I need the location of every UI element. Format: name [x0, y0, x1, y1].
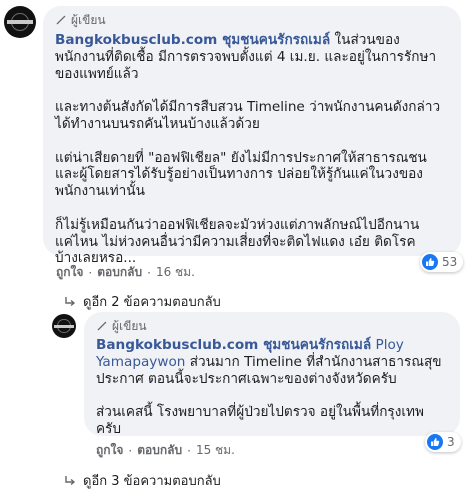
pen-icon	[56, 15, 66, 25]
author-name-link[interactable]: Bangkokbusclub.com ชุมชนคนรักรถเมล์	[55, 32, 330, 48]
avatar[interactable]	[4, 6, 36, 38]
comment-text: แค่ไหน ไม่ห่วงคนอื่นว่ามีความเสี่ยงที่จะ…	[55, 233, 416, 250]
comment-text: พนักงานที่ติดเชื้อ มีการตรวจพบตั้งแต่ 4 …	[55, 48, 437, 65]
comment-actions: ถูกใจ · ตอบกลับ · 15 ชม.	[96, 441, 235, 460]
comment-text: ส่วนมาก Timeline ที่สำนักงานสาธารณสุข	[185, 353, 442, 370]
comment-bubble: ผู้เขียน Bangkokbusclub.com ชุมชนคนรักรถ…	[43, 6, 461, 266]
comment-text: ประกาศ ตอนนี้จะประกาศเฉพาะของต่างจังหวัด…	[96, 370, 397, 387]
comment-text: ก็ไม่รู้เหมือนกันว่าออฟฟิเชียลจะมัวห่วงแ…	[55, 216, 420, 233]
reaction-count[interactable]: 53	[420, 252, 464, 272]
comment-text: ในส่วนของ	[330, 32, 400, 48]
comment-text: แต่น่าเสียดายที่ "ออฟฟิเชียล" ยังไม่มีกา…	[55, 149, 427, 166]
comment-text: และทางต้นสังกัดได้มีการสืบสวน Timeline ว…	[55, 99, 441, 116]
comment-text: ของแพทย์แล้ว	[55, 65, 139, 82]
comment-text: ครับ	[96, 420, 122, 437]
avatar[interactable]	[52, 314, 76, 338]
comment-text: และผู้โดยสารได้รับรู้อย่างเป็นทางการ ปล่…	[55, 166, 423, 183]
author-name-link[interactable]: Bangkokbusclub.com ชุมชนคนรักรถเมล์	[96, 337, 371, 353]
view-more-replies-link[interactable]: ดูอีก 2 ข้อความตอบกลับ	[63, 291, 221, 312]
reply-arrow-icon	[65, 296, 76, 306]
mention-link[interactable]: Ploy	[376, 337, 404, 353]
timestamp[interactable]: 16 ชม.	[156, 263, 195, 282]
author-badge: ผู้เขียน	[96, 318, 448, 334]
reply-arrow-icon	[65, 475, 76, 485]
reply-link[interactable]: ตอบกลับ	[97, 263, 142, 282]
reply-bubble: ผู้เขียน Bangkokbusclub.com ชุมชนคนรักรถ…	[84, 312, 460, 437]
view-more-replies-link[interactable]: ดูอีก 3 ข้อความตอบกลับ	[63, 470, 221, 491]
comment-actions: ถูกใจ · ตอบกลับ · 16 ชม.	[56, 263, 195, 282]
comment-text: ส่วนเคสนี้ โรงพยาบาลที่ผู้ป่วยไปตรวจ อยู…	[96, 404, 424, 421]
timestamp[interactable]: 15 ชม.	[196, 441, 235, 460]
like-icon	[427, 434, 443, 450]
author-badge: ผู้เขียน	[55, 12, 449, 28]
reaction-count[interactable]: 3	[425, 432, 461, 452]
like-icon	[422, 254, 438, 270]
pen-icon	[97, 321, 107, 331]
mention-link[interactable]: Yamapaywon	[96, 354, 185, 370]
comment-text: พนักงานเท่านั้น	[55, 183, 145, 200]
reply-link[interactable]: ตอบกลับ	[137, 441, 182, 460]
like-link[interactable]: ถูกใจ	[56, 263, 83, 282]
comment-text: ได้ทำงานบนรถคันไหนบ้างแล้วด้วย	[55, 115, 260, 132]
like-link[interactable]: ถูกใจ	[96, 441, 123, 460]
